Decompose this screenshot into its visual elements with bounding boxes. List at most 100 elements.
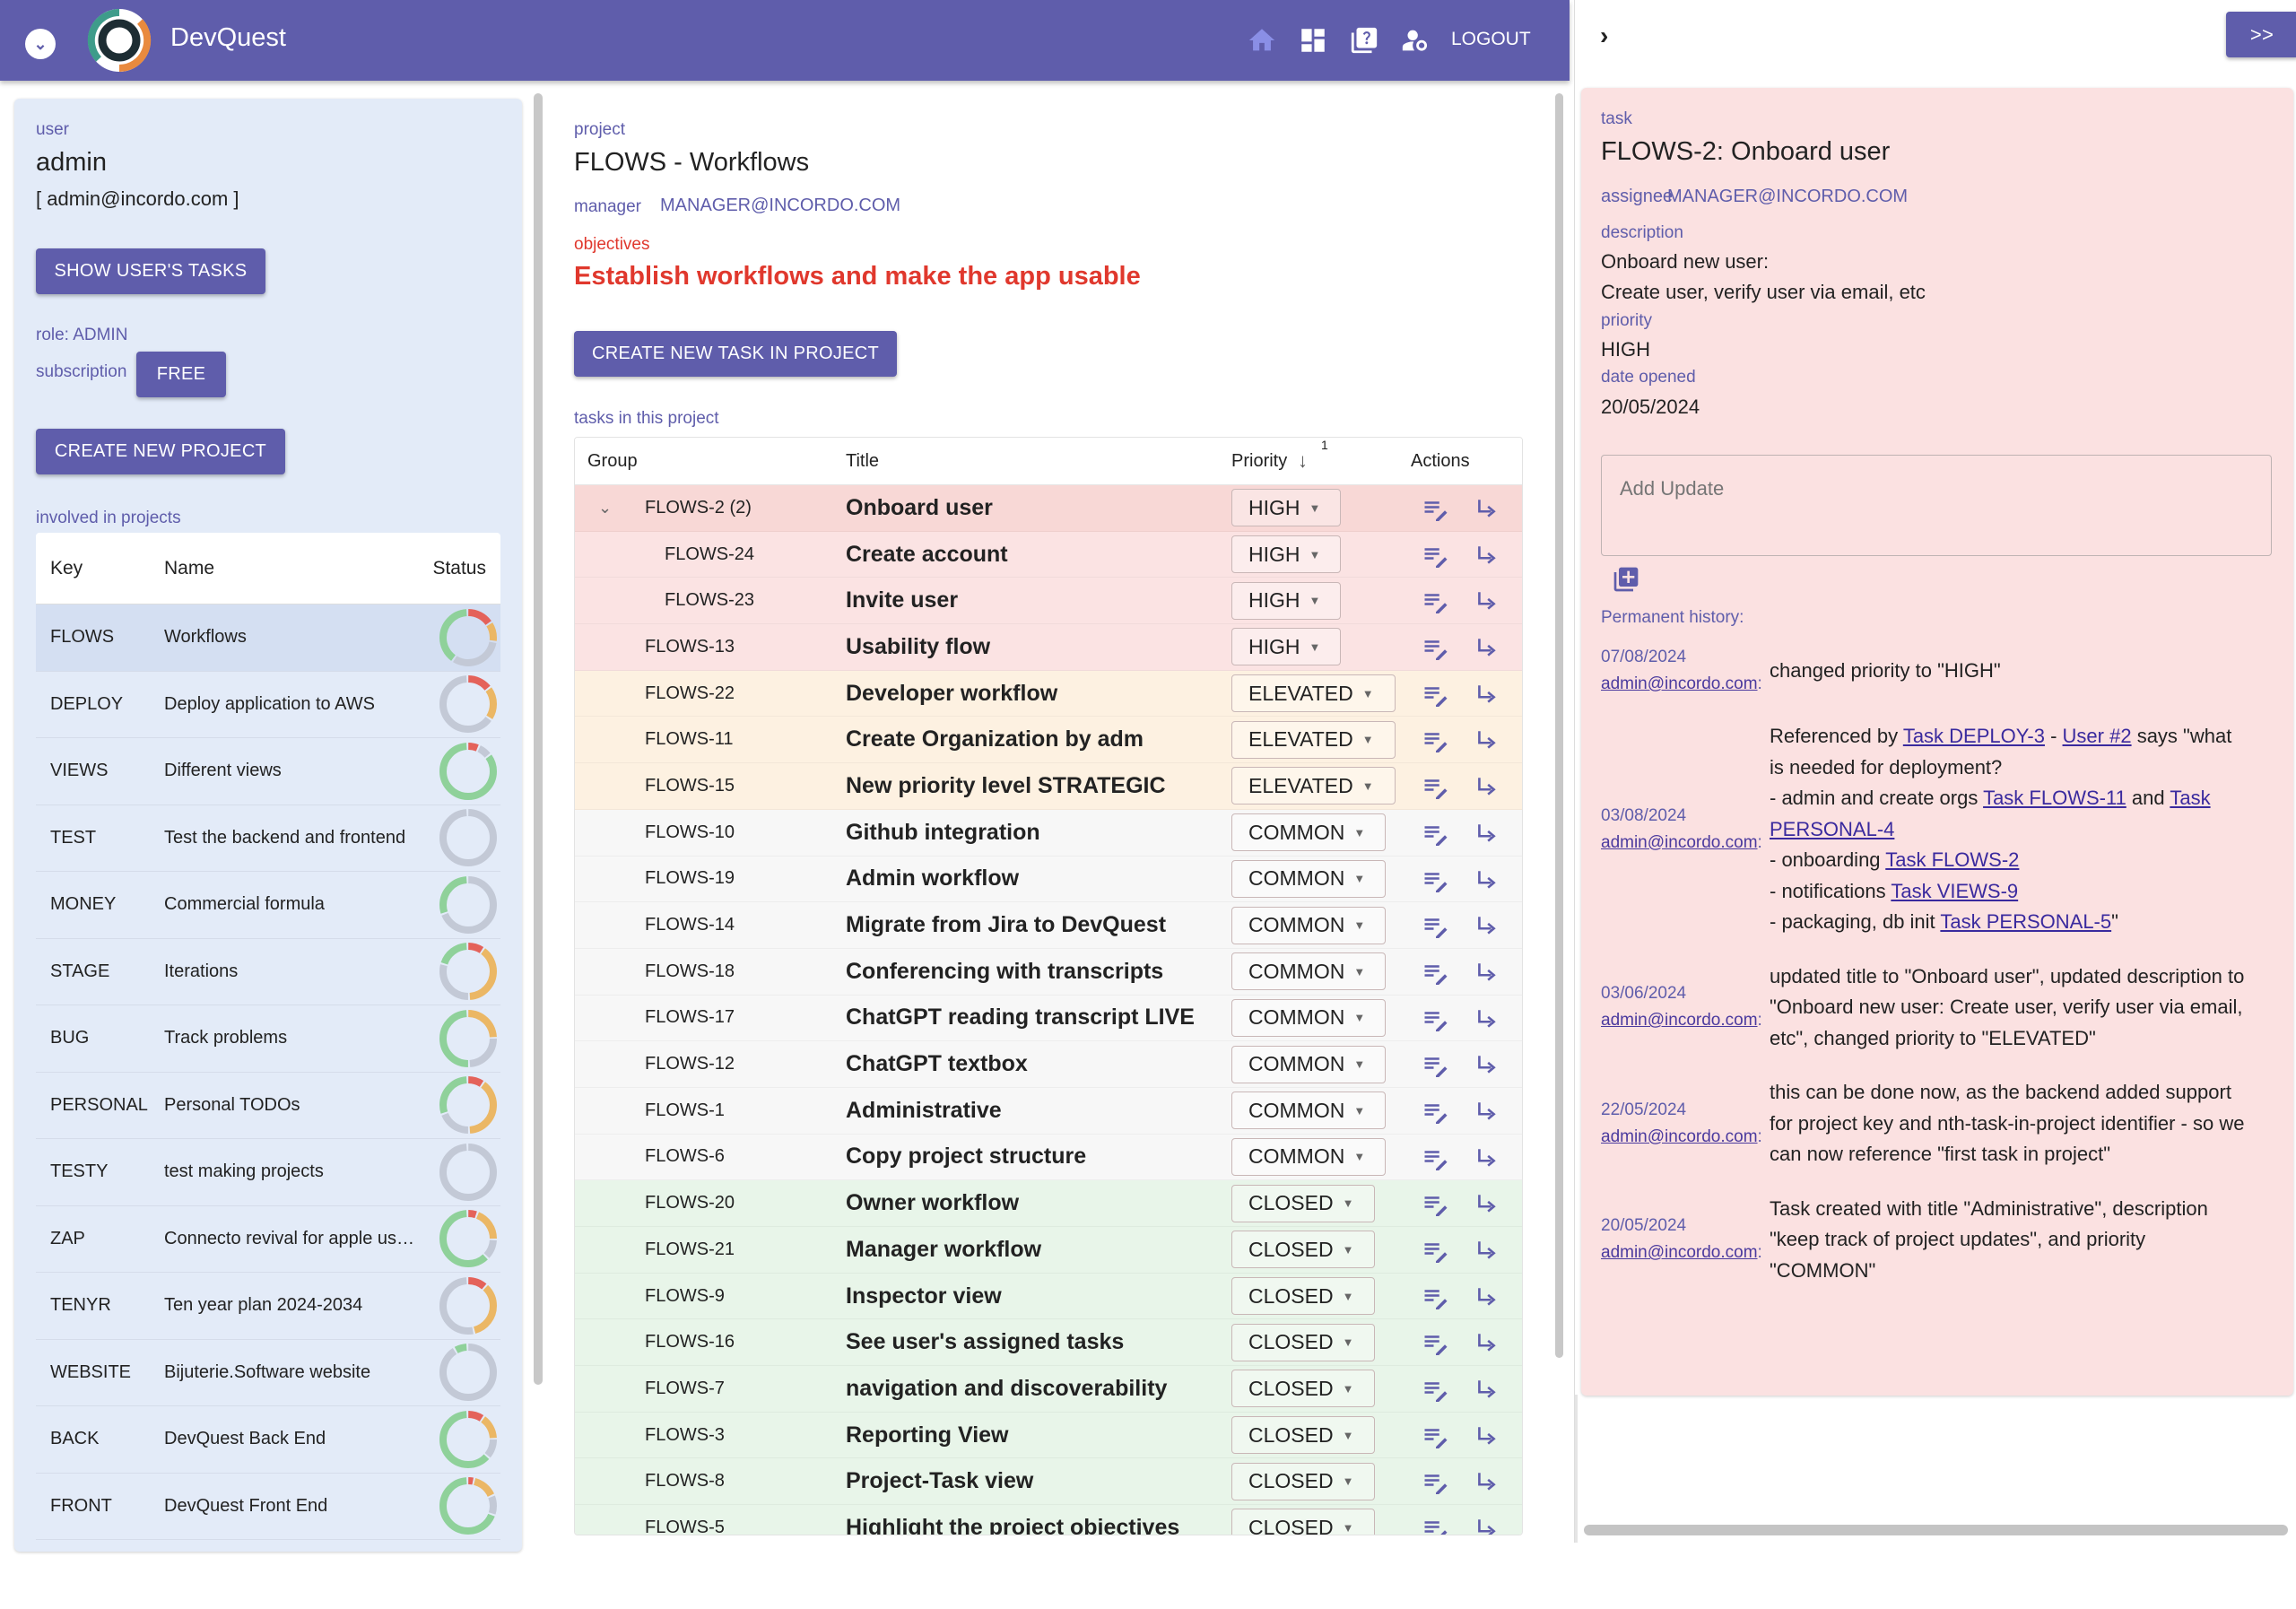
history-user-link[interactable]: admin@incordo.com xyxy=(1601,674,1758,693)
task-title[interactable]: Administrative xyxy=(846,1098,1002,1124)
subdirectory-arrow-icon[interactable] xyxy=(1474,1377,1498,1402)
task-title[interactable]: Create Organization by adm xyxy=(846,726,1144,752)
subdirectory-arrow-icon[interactable] xyxy=(1474,1099,1498,1124)
edit-notes-icon[interactable] xyxy=(1422,869,1449,892)
project-row[interactable]: FLOWS Workflows xyxy=(36,604,500,672)
subdirectory-arrow-icon[interactable] xyxy=(1474,635,1498,660)
task-row[interactable]: FLOWS-15 New priority level STRATEGIC EL… xyxy=(575,763,1522,810)
edit-notes-icon[interactable] xyxy=(1422,683,1449,707)
project-row[interactable]: STAGE Iterations xyxy=(36,939,500,1005)
subdirectory-arrow-icon[interactable] xyxy=(1474,682,1498,707)
project-row[interactable]: MONEY Commercial formula xyxy=(36,872,500,939)
task-title[interactable]: ChatGPT textbox xyxy=(846,1051,1028,1077)
priority-select[interactable]: COMMON ▼ xyxy=(1231,998,1386,1037)
task-title[interactable]: Create account xyxy=(846,542,1008,568)
task-title[interactable]: Onboard user xyxy=(846,495,993,521)
subdirectory-arrow-icon[interactable] xyxy=(1474,1516,1498,1535)
priority-select[interactable]: ELEVATED ▼ xyxy=(1231,767,1396,805)
edit-notes-icon[interactable] xyxy=(1422,1008,1449,1031)
task-title[interactable]: Inspector view xyxy=(846,1283,1002,1309)
task-title[interactable]: ChatGPT reading transcript LIVE xyxy=(846,1005,1195,1031)
edit-notes-icon[interactable] xyxy=(1422,1239,1449,1263)
task-row[interactable]: FLOWS-13 Usability flow HIGH ▼ xyxy=(575,624,1522,671)
subdirectory-arrow-icon[interactable] xyxy=(1474,727,1498,752)
assignee-email[interactable]: MANAGER@INCORDO.COM xyxy=(1667,187,1908,207)
task-row[interactable]: FLOWS-16 See user's assigned tasks CLOSE… xyxy=(575,1319,1522,1367)
subdirectory-arrow-icon[interactable] xyxy=(1474,1423,1498,1448)
task-row[interactable]: FLOWS-6 Copy project structure COMMON ▼ xyxy=(575,1134,1522,1181)
subdirectory-arrow-icon[interactable] xyxy=(1474,1006,1498,1031)
priority-select[interactable]: COMMON ▼ xyxy=(1231,906,1386,944)
task-title[interactable]: Reporting View xyxy=(846,1422,1009,1448)
task-title[interactable]: Copy project structure xyxy=(846,1144,1086,1170)
priority-select[interactable]: CLOSED ▼ xyxy=(1231,1416,1375,1455)
task-title[interactable]: Project-Task view xyxy=(846,1468,1033,1494)
subdirectory-arrow-icon[interactable] xyxy=(1474,588,1498,613)
project-row[interactable]: BUG Track problems xyxy=(36,1005,500,1073)
chevron-right-icon[interactable]: › xyxy=(1600,22,1608,50)
priority-select[interactable]: ELEVATED ▼ xyxy=(1231,674,1396,713)
task-row[interactable]: FLOWS-17 ChatGPT reading transcript LIVE… xyxy=(575,995,1522,1042)
task-row[interactable]: FLOWS-5 Highlight the project objectives… xyxy=(575,1505,1522,1535)
priority-select[interactable]: CLOSED ▼ xyxy=(1231,1184,1375,1222)
edit-notes-icon[interactable] xyxy=(1422,915,1449,939)
edit-notes-icon[interactable] xyxy=(1422,1147,1449,1170)
subdirectory-arrow-icon[interactable] xyxy=(1474,496,1498,521)
task-row[interactable]: FLOWS-9 Inspector view CLOSED ▼ xyxy=(575,1273,1522,1320)
header-priority[interactable]: Priority xyxy=(1231,451,1287,472)
subdirectory-arrow-icon[interactable] xyxy=(1474,774,1498,799)
task-row[interactable]: FLOWS-24 Create account HIGH ▼ xyxy=(575,531,1522,578)
create-task-button[interactable]: CREATE NEW TASK IN PROJECT xyxy=(574,331,897,377)
subdirectory-arrow-icon[interactable] xyxy=(1474,960,1498,985)
task-title[interactable]: Manager workflow xyxy=(846,1237,1041,1263)
edit-notes-icon[interactable] xyxy=(1422,1518,1449,1535)
task-row[interactable]: FLOWS-1 Administrative COMMON ▼ xyxy=(575,1087,1522,1135)
subdirectory-arrow-icon[interactable] xyxy=(1474,913,1498,938)
header-name[interactable]: Name xyxy=(164,558,424,579)
priority-select[interactable]: HIGH ▼ xyxy=(1231,489,1341,527)
history-link[interactable]: Task PERSONAL-5 xyxy=(1940,910,2111,933)
edit-notes-icon[interactable] xyxy=(1422,1054,1449,1078)
history-user-link[interactable]: admin@incordo.com xyxy=(1601,1011,1758,1030)
task-title[interactable]: Invite user xyxy=(846,587,958,613)
home-icon[interactable] xyxy=(1247,25,1277,56)
task-title[interactable]: Github integration xyxy=(846,820,1040,846)
create-project-button[interactable]: CREATE NEW PROJECT xyxy=(36,429,285,474)
task-row[interactable]: FLOWS-14 Migrate from Jira to DevQuest C… xyxy=(575,902,1522,949)
subdirectory-arrow-icon[interactable] xyxy=(1474,1052,1498,1077)
header-status[interactable]: Status xyxy=(424,558,500,579)
edit-notes-icon[interactable] xyxy=(1422,498,1449,521)
subdirectory-arrow-icon[interactable] xyxy=(1474,1191,1498,1216)
priority-select[interactable]: CLOSED ▼ xyxy=(1231,1370,1375,1408)
priority-select[interactable]: COMMON ▼ xyxy=(1231,952,1386,991)
history-link[interactable]: Task VIEWS-9 xyxy=(1891,880,2018,902)
task-title[interactable]: Migrate from Jira to DevQuest xyxy=(846,912,1166,938)
edit-notes-icon[interactable] xyxy=(1422,729,1449,753)
menu-chevron-icon[interactable]: ⌄ xyxy=(25,29,56,59)
header-key[interactable]: Key xyxy=(36,558,164,579)
subdirectory-arrow-icon[interactable] xyxy=(1474,1469,1498,1494)
task-row[interactable]: FLOWS-11 Create Organization by adm ELEV… xyxy=(575,717,1522,764)
subscription-button[interactable]: FREE xyxy=(136,352,226,397)
edit-notes-icon[interactable] xyxy=(1422,590,1449,614)
subdirectory-arrow-icon[interactable] xyxy=(1474,1284,1498,1309)
project-row[interactable]: BACK DevQuest Back End xyxy=(36,1406,500,1474)
history-user-link[interactable]: admin@incordo.com xyxy=(1601,1127,1758,1146)
edit-notes-icon[interactable] xyxy=(1422,1425,1449,1448)
priority-select[interactable]: ELEVATED ▼ xyxy=(1231,720,1396,759)
priority-select[interactable]: HIGH ▼ xyxy=(1231,581,1341,620)
task-title[interactable]: Admin workflow xyxy=(846,865,1019,891)
task-title[interactable]: Conferencing with transcripts xyxy=(846,959,1163,985)
header-title[interactable]: Title xyxy=(846,451,879,472)
horizontal-scrollbar[interactable] xyxy=(1584,1525,2288,1535)
middle-scrollbar[interactable] xyxy=(1555,93,1563,1358)
priority-select[interactable]: CLOSED ▼ xyxy=(1231,1231,1375,1269)
task-title[interactable]: Highlight the project objectives xyxy=(846,1515,1179,1535)
task-title[interactable]: See user's assigned tasks xyxy=(846,1329,1124,1355)
priority-select[interactable]: COMMON ▼ xyxy=(1231,1137,1386,1176)
priority-select[interactable]: COMMON ▼ xyxy=(1231,813,1386,852)
add-update-input[interactable] xyxy=(1601,455,2272,556)
history-link[interactable]: Task DEPLOY-3 xyxy=(1903,725,2045,747)
edit-notes-icon[interactable] xyxy=(1422,1193,1449,1217)
show-users-tasks-button[interactable]: SHOW USER'S TASKS xyxy=(36,248,265,294)
